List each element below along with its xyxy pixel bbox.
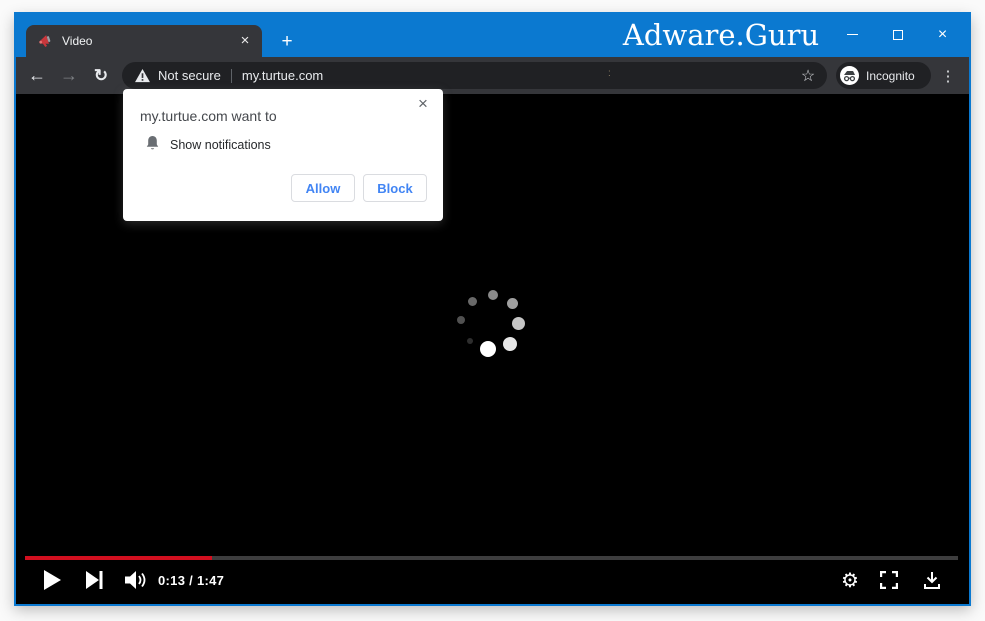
browser-menu-button[interactable]: ⋮	[936, 57, 960, 94]
close-button[interactable]: ×	[920, 12, 965, 57]
video-controls-bar: 0:13 / 1:47 ⚙	[16, 555, 969, 602]
bell-icon	[145, 135, 160, 152]
fullscreen-button[interactable]	[875, 566, 903, 594]
time-display: 0:13 / 1:47	[158, 566, 224, 594]
bookmark-star-icon[interactable]: ☆	[796, 62, 820, 89]
close-icon: ×	[938, 27, 947, 43]
download-icon	[923, 571, 941, 590]
spinner-dot	[468, 297, 477, 306]
allow-button[interactable]: Allow	[291, 174, 355, 202]
spinner-dot	[467, 338, 473, 344]
omnibox-divider	[231, 69, 232, 83]
loading-spinner	[430, 260, 560, 390]
window-controls: ×	[830, 12, 965, 57]
incognito-badge: Incognito	[836, 62, 931, 89]
reload-button[interactable]: ↻	[87, 57, 115, 94]
spinner-dot	[507, 298, 518, 309]
settings-button[interactable]: ⚙	[836, 566, 864, 594]
window-title: Adware.Guru	[571, 19, 871, 51]
browser-window: Video × + Adware.Guru × ← → ↻ Not secure…	[14, 14, 971, 606]
progress-played	[25, 556, 212, 560]
incognito-avatar	[840, 66, 859, 85]
url-text[interactable]: my.turtue.com	[242, 68, 323, 83]
titlebar: Video × + Adware.Guru ×	[14, 12, 971, 57]
spinner-dot	[480, 341, 496, 357]
incognito-label: Incognito	[866, 69, 915, 83]
play-button[interactable]	[38, 566, 66, 594]
fullscreen-icon	[880, 571, 898, 589]
incognito-spy-icon	[843, 70, 856, 82]
megaphone-favicon-icon	[38, 33, 54, 49]
spinner-dot	[488, 290, 498, 300]
spinner-dot	[457, 316, 465, 324]
spinner-dot	[512, 317, 525, 330]
popup-close-icon[interactable]: ×	[414, 94, 432, 114]
permission-label: Show notifications	[170, 138, 271, 152]
skip-next-icon	[85, 570, 104, 590]
minimize-icon	[847, 34, 858, 35]
volume-button[interactable]	[122, 566, 150, 594]
maximize-button[interactable]	[875, 12, 920, 57]
tab-title: Video	[62, 34, 236, 48]
security-chip-label[interactable]: Not secure	[158, 68, 221, 83]
download-button[interactable]	[918, 566, 946, 594]
play-icon	[42, 569, 62, 591]
minimize-button[interactable]	[830, 12, 875, 57]
back-button[interactable]: ←	[23, 57, 51, 94]
popup-title: my.turtue.com want to	[140, 108, 277, 124]
maximize-icon	[893, 30, 903, 40]
next-button[interactable]	[80, 566, 108, 594]
progress-bar[interactable]	[25, 556, 958, 560]
notification-permission-popup: × my.turtue.com want to Show notificatio…	[123, 89, 443, 221]
not-secure-warning-icon	[135, 69, 150, 83]
volume-icon	[124, 570, 148, 590]
tab-video[interactable]: Video ×	[26, 25, 262, 57]
forward-button[interactable]: →	[55, 57, 83, 94]
stray-colon-text: :	[608, 68, 611, 79]
omnibox-address-bar[interactable]: Not secure my.turtue.com : ☆	[122, 62, 827, 89]
new-tab-button[interactable]: +	[276, 31, 298, 53]
spinner-dot	[503, 337, 517, 351]
tab-close-icon[interactable]: ×	[236, 32, 254, 50]
block-button[interactable]: Block	[363, 174, 427, 202]
